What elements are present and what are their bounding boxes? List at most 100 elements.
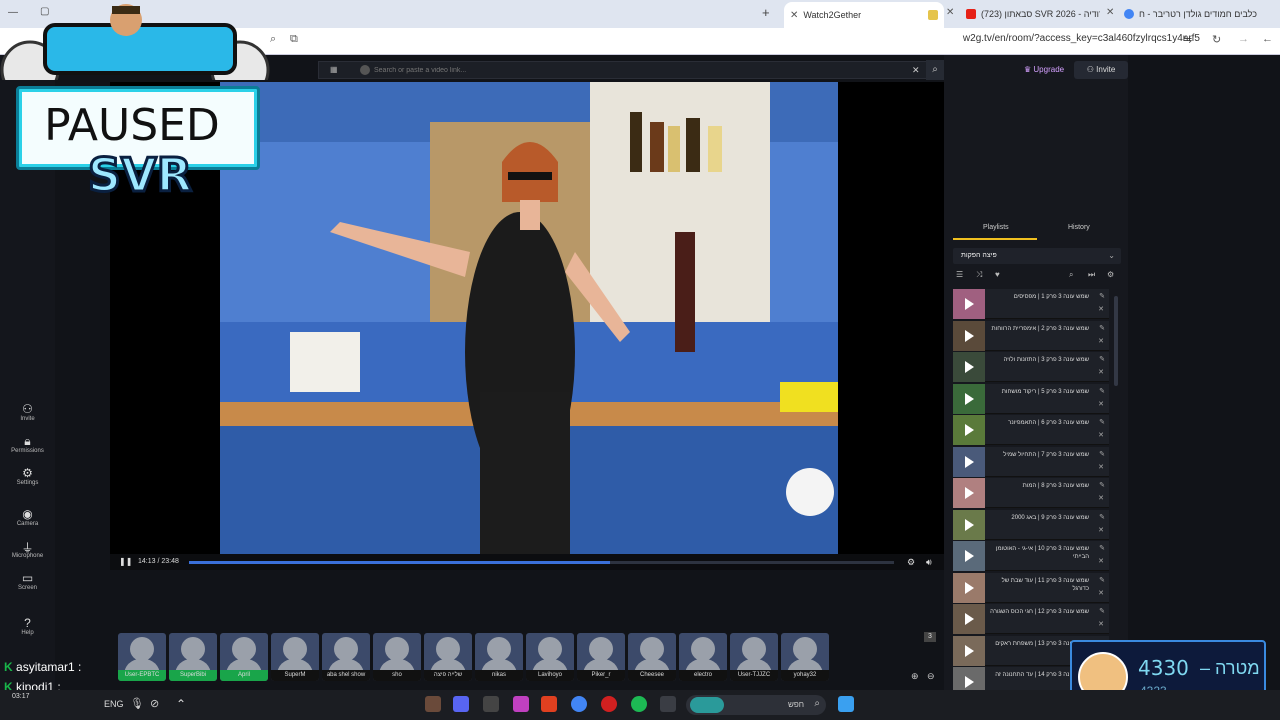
rail-permissions[interactable]: 🔒︎ Permissions [0,434,55,454]
skip-icon[interactable]: ⏭ [1088,270,1095,280]
edit-icon[interactable]: ✎ [1099,387,1105,395]
back-icon[interactable]: ← [1262,33,1273,45]
playlist-item[interactable]: שמש עונה 3 פרק 3 | התזונות ולויה ✎ ✕ [953,352,1109,382]
close-icon[interactable]: ✕ [1106,7,1114,18]
playlist-item[interactable]: שמש עונה 3 פרק 9 | באג 2000 ✎ ✕ [953,509,1109,540]
remove-icon[interactable]: ✕ [1098,557,1104,565]
clear-icon[interactable]: ✕ [912,65,920,76]
edit-icon[interactable]: ✎ [1099,292,1105,300]
discord-icon[interactable] [453,696,469,712]
playlist-item[interactable]: שמש עונה 3 פרק 6 | התאמפיונר ✎ ✕ [953,415,1109,445]
edit-icon[interactable]: ✎ [1099,481,1105,489]
tab-dogs[interactable]: כלבים חמודים גולדן רטריבר - ח [1118,3,1278,25]
remove-icon[interactable]: ✕ [1098,463,1104,471]
url-field[interactable]: w2g.tv/en/room/?access_key=c3al460fzylrq… [963,33,1200,44]
user-tile[interactable]: aba shel show [322,633,370,681]
app-icon[interactable] [513,696,529,712]
remove-icon[interactable]: ✕ [1098,337,1104,345]
video-search-input[interactable] [374,63,894,77]
user-tile[interactable]: yohay32 [781,633,829,681]
playlist-item[interactable]: שמש עונה 3 פרק 7 | התחיול שמיל ✎ ✕ [953,446,1109,477]
edit-icon[interactable]: ✎ [1099,607,1105,615]
user-tile[interactable]: Piker_r [577,633,625,681]
search-icon[interactable]: ⌕ [1069,270,1073,280]
windows-start-icon[interactable] [838,696,854,712]
remove-icon[interactable]: ✕ [1098,589,1104,597]
network-icon[interactable]: ⊘ [150,697,159,710]
user-tile[interactable]: User-EPBTC [118,633,166,681]
language-indicator[interactable]: ENG [104,699,124,709]
edit-icon[interactable]: ✎ [1099,324,1105,332]
edit-icon[interactable]: ✎ [1099,450,1105,458]
close-icon[interactable]: ✕ [946,7,954,18]
microphone-icon[interactable]: 🎙︎ [130,697,144,710]
playlist-item[interactable]: שמש עונה 3 פרק 2 | אימפריית הרווחות ✎ ✕ [953,320,1109,351]
clock[interactable]: 03:17 [12,693,30,700]
user-tile[interactable]: User-TJJZC [730,633,778,681]
obs-icon[interactable] [601,696,617,712]
zoom-in-icon[interactable]: ⊕ [911,671,919,682]
playlist-item[interactable]: שמש עונה 3 פרק 11 | עוד שבת של כדורגל ✎ ✕ [953,572,1109,603]
app-icon[interactable] [425,696,441,712]
playlist-item[interactable]: שמש עונה 3 פרק 12 | חגי הכוס השגורה ✎ ✕ [953,604,1109,634]
tab-playlists[interactable]: Playlists [983,224,1009,231]
pause-icon[interactable]: ❚❚ [119,557,132,566]
edit-icon[interactable]: ✎ [1099,355,1105,363]
user-tile[interactable]: SuperM [271,633,319,681]
remove-icon[interactable]: ✕ [1098,494,1104,502]
list-icon[interactable]: ☰ [956,270,963,279]
share-icon[interactable]: ⧉ [290,33,298,46]
file-explorer-icon[interactable] [660,696,676,712]
rail-settings[interactable]: ⚙ Settings [0,466,55,486]
user-tile[interactable]: April [220,633,268,681]
new-tab-icon[interactable]: + [762,5,770,20]
user-tile[interactable]: nikas [475,633,523,681]
zoom-icon[interactable]: ⌕ [270,33,276,46]
rail-microphone[interactable]: ⏚ Microphone [0,539,55,559]
remove-icon[interactable]: ✕ [1098,620,1104,628]
chrome-icon[interactable] [571,696,587,712]
tab-watch2gether[interactable]: ✕ Watch2Gether [784,2,944,28]
spotify-icon[interactable] [631,696,647,712]
remove-icon[interactable]: ✕ [1098,305,1104,313]
user-tile[interactable]: Lavihoyo [526,633,574,681]
user-tile[interactable]: שלייה פיצה [424,633,472,681]
video-frame[interactable] [220,82,838,554]
rail-invite[interactable]: ⚇ Invite [0,402,55,422]
remove-icon[interactable]: ✕ [1098,526,1104,534]
remove-icon[interactable]: ✕ [1098,368,1104,376]
playlist-scrollbar[interactable] [1114,296,1118,386]
rail-screen[interactable]: ▭ Screen [0,571,55,591]
edit-icon[interactable]: ✎ [1099,544,1105,552]
playlist-item[interactable]: שמש עונה 3 פרק 5 | ריקוד מושחות ✎ ✕ [953,383,1109,414]
remove-icon[interactable]: ✕ [1098,400,1104,408]
chevron-up-icon[interactable]: ⌃ [176,697,186,711]
playlist-item[interactable]: שמש עונה 3 פרק 1 | מפסיסים ✎ ✕ [953,289,1109,319]
taskbar-search[interactable]: חפש ⌕ [686,695,826,715]
search-icon[interactable]: ⌕ [926,60,944,80]
playlist-select[interactable]: פיצה הפקות ⌄ [953,248,1121,264]
edit-icon[interactable]: ✎ [1099,513,1105,521]
reload-icon[interactable]: ↻ [1212,33,1221,46]
close-icon[interactable]: ✕ [790,10,798,21]
tab-youtube[interactable]: (723) סבאתון SVR 2026 - פרודיה [960,3,1100,25]
rail-help[interactable]: ? Help [0,616,55,636]
invite-button[interactable]: ⚇ Invite [1074,61,1128,79]
tab-history[interactable]: History [1068,224,1090,231]
edit-icon[interactable]: ✎ [1099,576,1105,584]
remove-icon[interactable]: ✕ [1098,431,1104,439]
upgrade-link[interactable]: ♛ Upgrade [1024,65,1064,74]
user-tile[interactable]: SuperBibi [169,633,217,681]
user-tile[interactable]: Cheesee [628,633,676,681]
gear-icon[interactable]: ⚙ [907,557,915,568]
app-icon[interactable] [541,696,557,712]
playlist-item[interactable]: שמש עונה 3 פרק 10 | אי-גי - האוטומן הביי… [953,541,1109,571]
gear-icon[interactable]: ⚙ [1107,270,1114,279]
rail-camera[interactable]: ◉ Camera [0,507,55,527]
volume-icon[interactable]: 🔊︎ [926,557,932,568]
shuffle-icon[interactable]: ⤨ [976,270,982,280]
user-tile[interactable]: electro [679,633,727,681]
user-tile[interactable]: sho [373,633,421,681]
forward-icon[interactable]: → [1238,33,1249,45]
zoom-out-icon[interactable]: ⊖ [927,671,935,682]
